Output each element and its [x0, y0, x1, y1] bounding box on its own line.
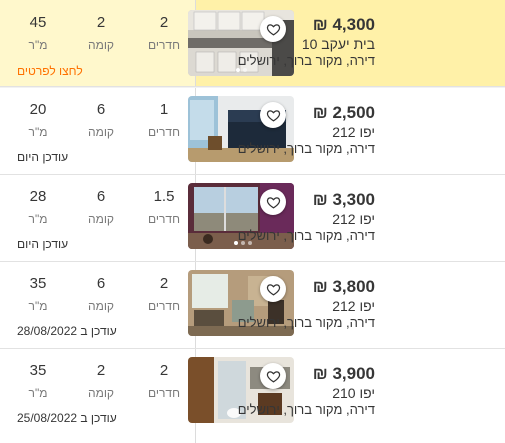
stat-size: 35 מ"ר [8, 275, 68, 313]
stat-rooms: 2 חדרים [134, 275, 194, 313]
listing-price: ₪ 3,900 [312, 364, 375, 383]
rooms-label: חדרים [148, 212, 180, 226]
stat-floor: 2 קומה [71, 362, 131, 400]
updated-date: עודכן היום [17, 237, 69, 251]
listing-street: יפו 212 [332, 211, 375, 227]
floor-value: 2 [96, 14, 106, 31]
stat-floor: 6 קומה [71, 275, 131, 313]
listing-card[interactable]: ₪ 2,500 יפו 212 דירה, מקור ברוך, ירושלים… [0, 88, 505, 175]
rooms-value: 2 [159, 275, 169, 292]
stat-size: 20 מ"ר [8, 101, 68, 139]
floor-value: 6 [96, 188, 106, 205]
rooms-value: 2 [159, 362, 169, 379]
listing-street: יפו 212 [332, 298, 375, 314]
listing-street: בית יעקב 10 [301, 36, 375, 52]
updated-date: עודכן ב 25/08/2022 [17, 411, 117, 425]
size-label: מ"ר [28, 386, 48, 400]
floor-value: 6 [96, 275, 106, 292]
rooms-value: 1 [159, 101, 169, 118]
favorite-heart-icon[interactable] [260, 102, 286, 128]
favorite-heart-icon[interactable] [260, 276, 286, 302]
size-value: 20 [29, 101, 47, 118]
listing-card[interactable]: ₪ 4,300 בית יעקב 10 דירה, מקור ברוך, ירו… [0, 0, 505, 87]
gallery-dot [236, 68, 240, 72]
size-label: מ"ר [28, 38, 48, 52]
stat-rooms: 2 חדרים [134, 14, 194, 52]
floor-label: קומה [87, 386, 115, 400]
rooms-value: 1.5 [153, 188, 175, 205]
updated-date: עודכן ב 28/08/2022 [17, 324, 117, 338]
listing-address: דירה, מקור ברוך, ירושלים [237, 53, 375, 68]
rooms-label: חדרים [148, 386, 180, 400]
stat-rooms: 1.5 חדרים [134, 188, 194, 226]
floor-value: 6 [96, 101, 106, 118]
listing-price: ₪ 4,300 [312, 15, 375, 34]
floor-label: קומה [87, 212, 115, 226]
favorite-heart-icon[interactable] [260, 16, 286, 42]
favorite-heart-icon[interactable] [260, 189, 286, 215]
listing-address: דירה, מקור ברוך, ירושלים [237, 228, 375, 243]
stat-floor: 6 קומה [71, 188, 131, 226]
rooms-label: חדרים [148, 299, 180, 313]
floor-value: 2 [96, 362, 106, 379]
stat-floor: 2 קומה [71, 14, 131, 52]
click-for-details-link[interactable]: לחצו לפרטים [17, 64, 83, 78]
rooms-value: 2 [159, 14, 169, 31]
stat-rooms: 2 חדרים [134, 362, 194, 400]
listing-card[interactable]: ₪ 3,300 יפו 212 דירה, מקור ברוך, ירושלים… [0, 175, 505, 262]
listing-street: יפו 212 [332, 124, 375, 140]
rooms-label: חדרים [148, 38, 180, 52]
size-value: 28 [29, 188, 47, 205]
listing-feed: ₪ 4,300 בית יעקב 10 דירה, מקור ברוך, ירו… [0, 0, 505, 443]
floor-label: קומה [87, 38, 115, 52]
stat-floor: 6 קומה [71, 101, 131, 139]
stat-rooms: 1 חדרים [134, 101, 194, 139]
floor-label: קומה [87, 299, 115, 313]
size-label: מ"ר [28, 125, 48, 139]
listing-price: ₪ 3,800 [312, 277, 375, 296]
listing-street: יפו 210 [332, 385, 375, 401]
favorite-heart-icon[interactable] [260, 363, 286, 389]
stat-size: 45 מ"ר [8, 14, 68, 52]
listing-address: דירה, מקור ברוך, ירושלים [237, 141, 375, 156]
listing-card[interactable]: ₪ 3,900 יפו 210 דירה, מקור ברוך, ירושלים… [0, 349, 505, 443]
listing-address: דירה, מקור ברוך, ירושלים [237, 402, 375, 417]
listing-address: דירה, מקור ברוך, ירושלים [237, 315, 375, 330]
updated-date: עודכן היום [17, 150, 69, 164]
listing-price: ₪ 3,300 [312, 190, 375, 209]
size-value: 35 [29, 362, 47, 379]
stat-size: 28 מ"ר [8, 188, 68, 226]
size-value: 35 [29, 275, 47, 292]
stat-size: 35 מ"ר [8, 362, 68, 400]
size-label: מ"ר [28, 212, 48, 226]
floor-label: קומה [87, 125, 115, 139]
rooms-label: חדרים [148, 125, 180, 139]
size-value: 45 [29, 14, 47, 31]
listing-price: ₪ 2,500 [312, 103, 375, 122]
gallery-dot [243, 68, 247, 72]
size-label: מ"ר [28, 299, 48, 313]
listing-card[interactable]: ₪ 3,800 יפו 212 דירה, מקור ברוך, ירושלים… [0, 262, 505, 349]
